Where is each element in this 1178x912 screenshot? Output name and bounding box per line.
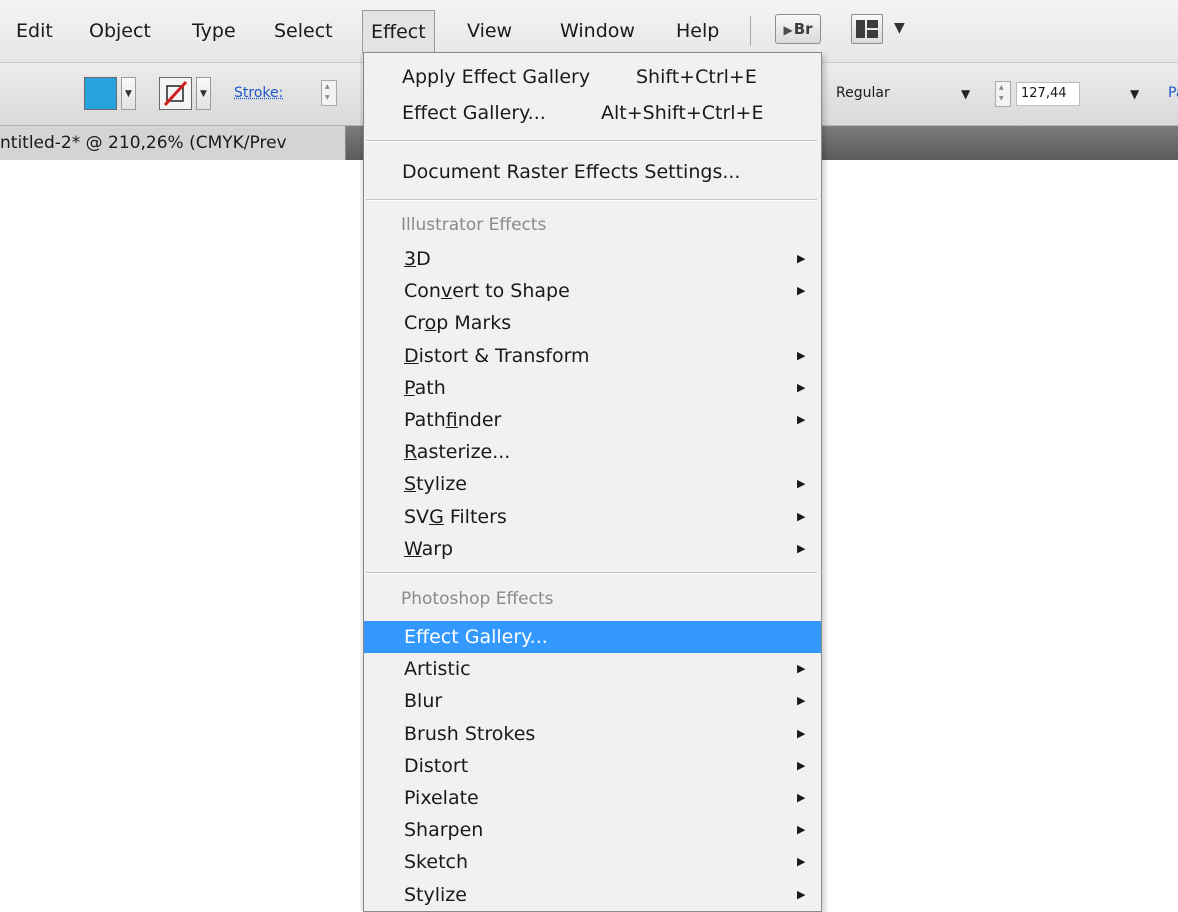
menu-separator [366, 140, 817, 142]
menu-item-3d[interactable]: 3D ▶ [364, 243, 821, 275]
font-size-dropdown-icon[interactable]: ▼ [1130, 84, 1139, 104]
submenu-arrow-icon: ▶ [797, 791, 806, 804]
fill-dropdown-icon[interactable]: ▼ [121, 77, 136, 110]
bridge-button[interactable]: ▶Br [775, 14, 821, 44]
submenu-arrow-icon: ▶ [797, 726, 806, 740]
submenu-arrow-icon: ▶ [797, 662, 806, 676]
paragraph-link[interactable]: Pa [1168, 83, 1178, 103]
arrange-documents-icon[interactable] [851, 14, 883, 44]
submenu-arrow-icon: ▶ [797, 541, 806, 555]
font-size-stepper[interactable] [995, 81, 1011, 107]
font-style-dropdown-icon[interactable]: ▼ [961, 84, 970, 104]
menu-item-path[interactable]: Path ▶ [364, 372, 821, 404]
submenu-arrow-icon: ▶ [797, 758, 806, 772]
bridge-arrow-icon: ▶ [783, 23, 793, 37]
submenu-arrow-icon: ▶ [797, 823, 806, 837]
menu-item-pathfinder[interactable]: Pathfinder ▶ [364, 404, 821, 436]
menu-item-rasterize[interactable]: Rasterize... [364, 436, 821, 468]
menu-item-label: Pixelate [404, 787, 479, 809]
stroke-dropdown-icon[interactable]: ▼ [196, 77, 211, 110]
menu-item-stylize[interactable]: Stylize ▶ [364, 468, 821, 500]
menu-item-label: Pathfinder [404, 409, 502, 431]
chevron-down-icon[interactable]: ▼ [894, 12, 905, 44]
menu-select[interactable]: Select [266, 12, 341, 50]
menu-item-label: Crop Marks [404, 312, 512, 335]
menu-item-label: Path [404, 376, 446, 399]
submenu-arrow-icon: ▶ [797, 284, 806, 298]
menu-divider [750, 16, 751, 46]
menu-item-label: Blur [404, 690, 443, 713]
fill-color-swatch[interactable] [84, 77, 117, 110]
menu-view[interactable]: View [459, 12, 520, 50]
menu-item-distort-transform[interactable]: Distort & Transform ▶ [364, 340, 821, 372]
menu-item-label: 3D [404, 248, 431, 270]
menu-item-sharpen[interactable]: Sharpen ▶ [364, 814, 821, 846]
menu-item-label: Brush Strokes [404, 722, 536, 745]
menu-item-blur[interactable]: Blur ▶ [364, 685, 821, 717]
stroke-none-swatch[interactable] [159, 77, 192, 110]
submenu-arrow-icon: ▶ [797, 477, 806, 491]
menu-item-label: Sharpen [404, 819, 484, 842]
menu-item-document-raster-effects-settings[interactable]: Document Raster Effects Settings... [364, 156, 821, 188]
submenu-arrow-icon: ▶ [797, 380, 806, 394]
menu-effect[interactable]: Effect [362, 10, 435, 53]
menu-object[interactable]: Object [81, 12, 159, 50]
menu-item-apply-effect-gallery[interactable]: Apply Effect Gallery Shift+Ctrl+E [364, 61, 821, 93]
menu-separator [366, 572, 817, 574]
submenu-arrow-icon: ▶ [797, 694, 806, 708]
menu-item-label: Warp [404, 537, 454, 560]
menu-item-stylize[interactable]: Stylize ▶ [364, 879, 821, 911]
menu-item-convert-to-shape[interactable]: Convert to Shape ▶ [364, 275, 821, 307]
effect-menu: Apply Effect Gallery Shift+Ctrl+E Effect… [360, 52, 822, 912]
document-tab[interactable]: ntitled-2* @ 210,26% (CMYK/Prev [0, 126, 346, 160]
menu-item-label: Distort & Transform [404, 344, 590, 367]
section-header-photoshop-effects: Photoshop Effects [401, 589, 554, 609]
menu-edit[interactable]: Edit [8, 12, 61, 50]
menu-item-label: Sketch [404, 851, 469, 874]
submenu-arrow-icon: ▶ [797, 252, 806, 265]
menu-item-effect-gallery-highlighted[interactable]: Effect Gallery... [364, 621, 821, 653]
menu-item-effect-gallery-top[interactable]: Effect Gallery... Alt+Shift+Ctrl+E [364, 97, 821, 129]
menu-item-label: Stylize [404, 883, 467, 906]
menu-item-artistic[interactable]: Artistic ▶ [364, 653, 821, 685]
menu-item-sketch[interactable]: Sketch ▶ [364, 846, 821, 878]
section-header-illustrator-effects: Illustrator Effects [401, 215, 547, 235]
submenu-arrow-icon: ▶ [797, 348, 806, 362]
menu-item-warp[interactable]: Warp ▶ [364, 533, 821, 565]
menu-type[interactable]: Type [184, 12, 244, 50]
font-size-input[interactable]: 127,44 [1016, 82, 1080, 106]
none-slash-icon [163, 80, 188, 107]
submenu-arrow-icon: ▶ [797, 413, 806, 426]
menu-item-label: Convert to Shape [404, 280, 570, 303]
submenu-arrow-icon: ▶ [797, 855, 806, 869]
stroke-label-link[interactable]: Stroke: [234, 83, 283, 103]
document-tab-title: ntitled-2* @ 210,26% (CMYK/Prev [0, 133, 287, 153]
menu-item-distort[interactable]: Distort ▶ [364, 750, 821, 782]
menu-item-label: Rasterize... [404, 441, 511, 464]
submenu-arrow-icon: ▶ [797, 887, 806, 901]
menu-item-label: Stylize [404, 473, 467, 496]
font-style-value[interactable]: Regular [836, 83, 890, 103]
menu-item-label: Effect Gallery... [404, 626, 548, 648]
stroke-weight-stepper[interactable] [321, 80, 337, 106]
menu-item-brush-strokes[interactable]: Brush Strokes ▶ [364, 718, 821, 750]
menu-item-label: Artistic [404, 658, 471, 681]
menu-separator [366, 199, 817, 201]
menu-help[interactable]: Help [668, 12, 727, 50]
submenu-arrow-icon: ▶ [797, 509, 806, 523]
menu-window[interactable]: Window [552, 12, 643, 50]
menu-item-label: Distort [404, 754, 469, 777]
menu-item-pixelate[interactable]: Pixelate ▶ [364, 782, 821, 814]
menu-item-crop-marks[interactable]: Crop Marks [364, 307, 821, 339]
menu-item-label: SVG Filters [404, 505, 507, 528]
menu-item-svg-filters[interactable]: SVG Filters ▶ [364, 501, 821, 533]
